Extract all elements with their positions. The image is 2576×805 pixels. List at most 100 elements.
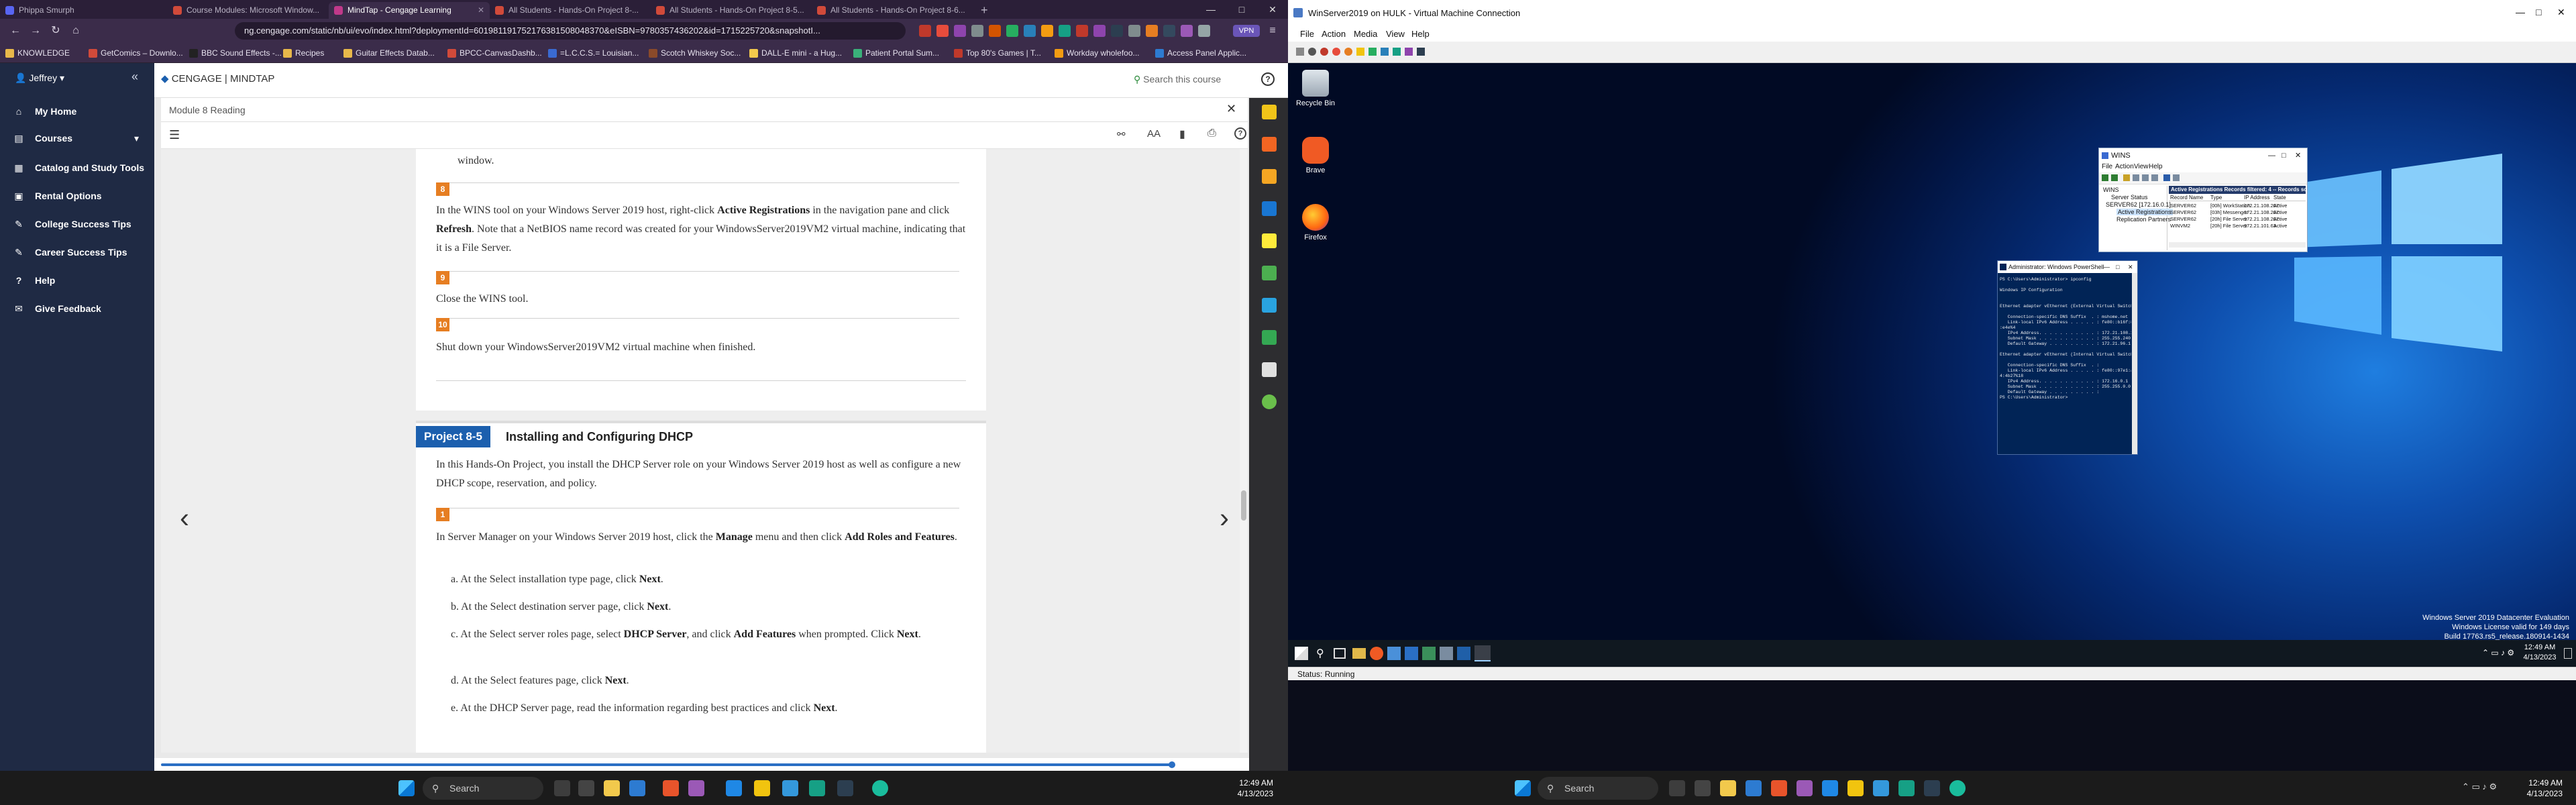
search-icon[interactable]: ⚲ [1316,647,1324,660]
mindtap-logo[interactable]: ◆ CENGAGE | MINDTAP [161,72,274,85]
app-icon[interactable] [872,780,888,796]
widgets-icon[interactable] [1695,780,1711,796]
refresh-icon[interactable] [2142,174,2149,181]
task-view-icon[interactable] [1334,648,1346,659]
firefox-shortcut[interactable]: Firefox [1292,204,1339,241]
app-icon[interactable] [754,780,770,796]
task-view-icon[interactable] [1669,780,1685,796]
bookmark[interactable]: Scotch Whiskey Soc... [647,47,741,59]
notebook-icon[interactable] [1262,201,1277,216]
export-icon[interactable] [2151,174,2158,181]
app-icon[interactable] [1949,780,1966,796]
reset-icon[interactable] [1381,48,1389,56]
bookmark[interactable]: BPCC-CanvasDashb... [446,47,542,59]
column-header[interactable]: Record Name [2170,195,2203,201]
menu-help[interactable]: Help [2149,163,2163,170]
extension-icon[interactable] [1076,25,1088,37]
brave-icon[interactable] [663,780,679,796]
extension-icon[interactable] [989,25,1001,37]
browser-tab[interactable]: All Students - Hands-On Project 8-... [490,2,651,19]
shut-down-icon[interactable] [1332,48,1340,56]
menu-action[interactable]: Action [2115,163,2134,170]
enhanced-session-icon[interactable] [1417,48,1425,56]
windows-start-icon[interactable] [1295,647,1308,660]
extension-icon[interactable] [1093,25,1106,37]
menu-file[interactable]: File [2102,163,2112,170]
dictionary-icon[interactable] [1262,169,1277,184]
table-row[interactable]: SERVER62 [03h] Messenger 172.21.108.207 Act… [2169,209,2306,215]
highlighter-icon[interactable] [1262,105,1277,119]
connections-icon[interactable] [1262,266,1277,280]
menu-file[interactable]: File [1300,29,1314,39]
extension-icon[interactable] [954,25,966,37]
maximize-button[interactable]: □ [2536,7,2541,17]
menu-icon[interactable]: ≡ [1265,23,1280,38]
extension-icon[interactable] [1146,25,1158,37]
progress-app-icon[interactable] [1262,394,1277,409]
file-explorer-icon[interactable] [604,780,620,796]
save-icon[interactable] [1344,48,1352,56]
bookmark[interactable]: Access Panel Applic... [1154,47,1246,59]
help-icon[interactable]: ? [1261,72,1275,86]
table-row[interactable]: WINVM2 [20h] File Server 172.21.101.63 Acti… [2169,223,2306,229]
back-icon[interactable]: ← [8,23,23,38]
tree-item[interactable]: SERVER62 [172.16.0.1] [2106,201,2171,208]
server-manager-icon[interactable] [1387,647,1401,660]
maximize-button[interactable]: □ [2116,261,2119,273]
list-icon[interactable] [2133,174,2139,181]
print-icon[interactable]: ⎙ [1208,127,1216,140]
brave-icon[interactable] [1771,780,1787,796]
app-icon[interactable] [1405,647,1418,660]
vscode-icon[interactable] [1822,780,1838,796]
store-icon[interactable] [1746,780,1762,796]
nav-college-tips[interactable]: ✎ College Success Tips [0,211,154,237]
close-window-button[interactable]: ✕ [2295,148,2301,163]
tree-item[interactable]: Replication Partners [2116,216,2171,223]
vm-clock[interactable]: 12:49 AM 4/13/2023 [2520,643,2560,663]
close-tab-icon[interactable]: ✕ [478,2,484,19]
tray-icons[interactable]: ⌃ ▭ ♪ ⚙ [2482,648,2514,657]
user-menu[interactable]: 👤 Jeffrey ▾ [15,72,64,84]
bookmark[interactable]: Recipes [282,47,324,59]
properties-icon[interactable] [2173,174,2180,181]
bookmark[interactable]: Workday wholefoo... [1053,47,1140,59]
extension-icon[interactable] [971,25,983,37]
app-icon[interactable] [782,780,798,796]
nav-give-feedback[interactable]: ✉ Give Feedback [0,295,154,322]
help-icon[interactable] [2163,174,2170,181]
windows-start-icon[interactable] [1515,780,1531,796]
column-header[interactable]: Type [2210,195,2222,201]
taskbar-search[interactable]: ⚲ Search [1538,777,1658,800]
close-reader-icon[interactable]: ✕ [1226,102,1236,116]
app-icon[interactable] [1440,647,1453,660]
nav-my-home[interactable]: ⌂ My Home [0,98,154,125]
tray-icons[interactable]: ⌃ ▭ ♪ ⚙ [2462,782,2497,792]
flashcards-icon[interactable] [1262,362,1277,377]
extension-icon[interactable] [936,25,949,37]
horizontal-scrollbar[interactable] [2169,242,2306,248]
extension-icon[interactable] [1111,25,1123,37]
bookmark[interactable]: KNOWLEDGE [4,47,70,59]
turn-off-icon[interactable] [1320,48,1328,56]
folder-icon[interactable] [2123,174,2130,181]
extension-icon[interactable] [1128,25,1140,37]
maximize-button[interactable]: □ [1226,0,1257,19]
app-icon[interactable] [809,780,825,796]
column-header[interactable]: IP Address [2244,195,2270,201]
table-row[interactable]: SERVER62 [20h] File Server 172.21.108.207 A… [2169,216,2306,222]
reload-icon[interactable]: ↻ [48,23,63,38]
forward-icon[interactable] [2111,174,2118,181]
windows-start-icon[interactable] [398,780,415,796]
bookmark[interactable]: DALL-E mini - a Hug... [748,47,842,59]
maximize-button[interactable]: □ [2282,148,2286,163]
close-window-button[interactable]: ✕ [1257,0,1288,19]
back-icon[interactable] [2102,174,2108,181]
nav-rental[interactable]: ▣ Rental Options [0,182,154,209]
minimize-button[interactable]: — [1195,0,1226,19]
menu-view[interactable]: View [2134,163,2149,170]
progress-handle[interactable] [1169,761,1175,768]
menu-view[interactable]: View [1386,29,1405,39]
bookmark[interactable]: =L.C.C.S.= Louisian... [547,47,639,59]
nav-catalog[interactable]: ▦ Catalog and Study Tools [0,154,154,181]
vpn-button[interactable]: VPN [1233,25,1260,37]
